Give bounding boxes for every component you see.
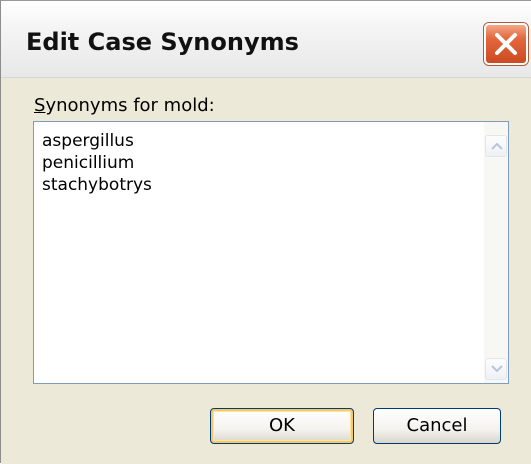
scroll-down-button[interactable] (485, 358, 507, 380)
synonym-item: stachybotrys (42, 175, 152, 195)
synonyms-list: aspergillus penicillium stachybotrys (42, 130, 152, 196)
vertical-scrollbar[interactable] (484, 122, 508, 383)
edit-case-synonyms-dialog: Edit Case Synonyms Synonyms for mold: as… (0, 0, 531, 464)
title-bar[interactable]: Edit Case Synonyms (1, 1, 531, 78)
dialog-title: Edit Case Synonyms (26, 28, 299, 56)
synonyms-label: Synonyms for mold: (34, 95, 215, 116)
ok-button[interactable]: OK (210, 408, 354, 444)
synonyms-label-mnemonic: S (34, 95, 46, 116)
cancel-button[interactable]: Cancel (373, 408, 501, 444)
synonyms-textarea[interactable]: aspergillus penicillium stachybotrys (33, 121, 509, 384)
scroll-up-arrow-icon (491, 142, 503, 150)
close-button[interactable] (484, 23, 528, 65)
dialog-body: Synonyms for mold: aspergillus penicilli… (1, 78, 531, 464)
scroll-up-button[interactable] (485, 135, 507, 157)
scroll-down-arrow-icon (491, 365, 503, 373)
close-icon (495, 33, 517, 55)
synonym-item: aspergillus (42, 131, 134, 151)
synonyms-label-text: ynonyms for mold: (45, 95, 215, 116)
synonym-item: penicillium (42, 153, 135, 173)
